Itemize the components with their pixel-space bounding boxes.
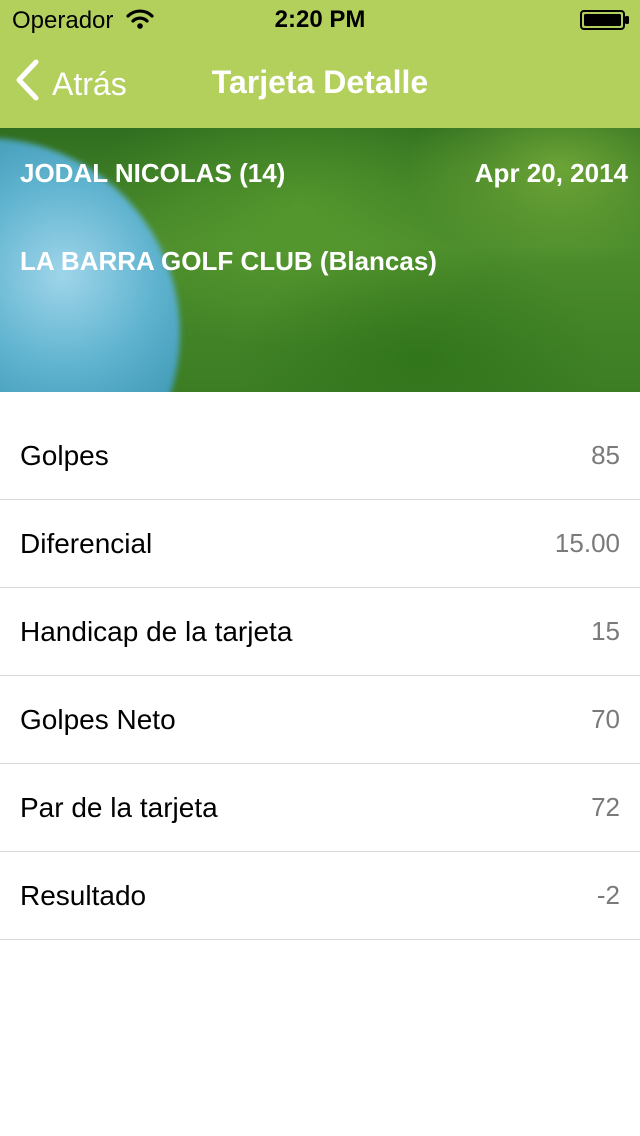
- page-title: Tarjeta Detalle: [211, 64, 429, 100]
- row-value: 15: [591, 616, 620, 646]
- card-header: JODAL NICOLAS (14) Apr 20, 2014 LA BARRA…: [0, 128, 640, 392]
- row-value: 72: [591, 792, 620, 822]
- row-label: Golpes: [20, 439, 109, 471]
- status-time: 2:20 PM: [274, 6, 366, 33]
- status-bar: Operador 2:20 PM: [0, 0, 640, 40]
- player-name: JODAL NICOLAS (14): [20, 158, 286, 188]
- detail-row-golpes-neto: Golpes Neto 70: [0, 676, 640, 764]
- detail-row-diferencial: Diferencial 15.00: [0, 500, 640, 588]
- card-date: Apr 20, 2014: [474, 158, 628, 188]
- row-label: Golpes Neto: [20, 703, 176, 735]
- row-label: Par de la tarjeta: [20, 791, 218, 823]
- battery-icon: [580, 10, 630, 30]
- detail-list: Golpes 85 Diferencial 15.00 Handicap de …: [0, 412, 640, 940]
- navigation-bar: Atrás Tarjeta Detalle: [0, 40, 640, 128]
- row-value: 70: [591, 704, 620, 734]
- detail-row-golpes: Golpes 85: [0, 412, 640, 500]
- row-label: Diferencial: [20, 527, 153, 559]
- row-value: 15.00: [554, 528, 620, 558]
- detail-row-resultado: Resultado -2: [0, 852, 640, 940]
- row-label: Resultado: [20, 879, 147, 911]
- row-value: 85: [591, 440, 620, 470]
- row-value: -2: [596, 880, 620, 910]
- row-label: Handicap de la tarjeta: [20, 615, 293, 647]
- top-bar: Operador 2:20 PM Atrás Tarjeta Detalle: [0, 0, 640, 128]
- course-name: LA BARRA GOLF CLUB (Blancas): [20, 246, 437, 276]
- detail-row-par: Par de la tarjeta 72: [0, 764, 640, 852]
- detail-row-handicap: Handicap de la tarjeta 15: [0, 588, 640, 676]
